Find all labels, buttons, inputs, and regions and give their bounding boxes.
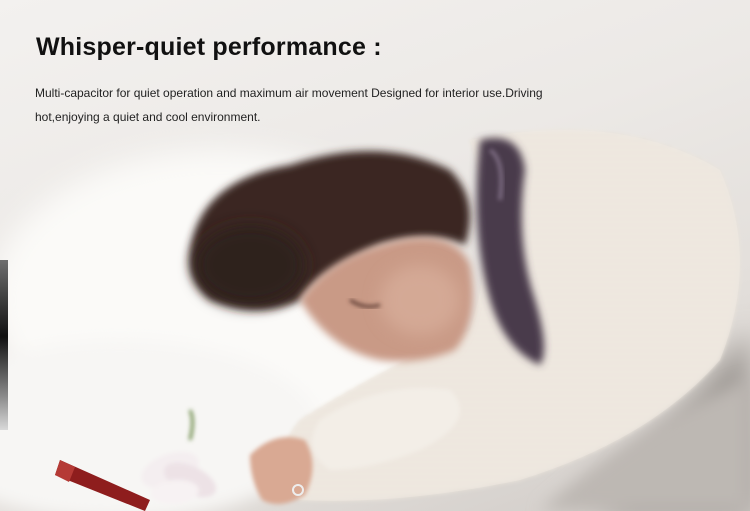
banner-description: Multi-capacitor for quiet operation and … <box>35 86 543 124</box>
product-banner: Whisper-quiet performance : Multi-capaci… <box>0 0 750 511</box>
banner-headline: Whisper-quiet performance : <box>36 33 382 61</box>
sleeping-woman-photo <box>0 130 750 511</box>
left-edge-shadow <box>0 260 8 430</box>
